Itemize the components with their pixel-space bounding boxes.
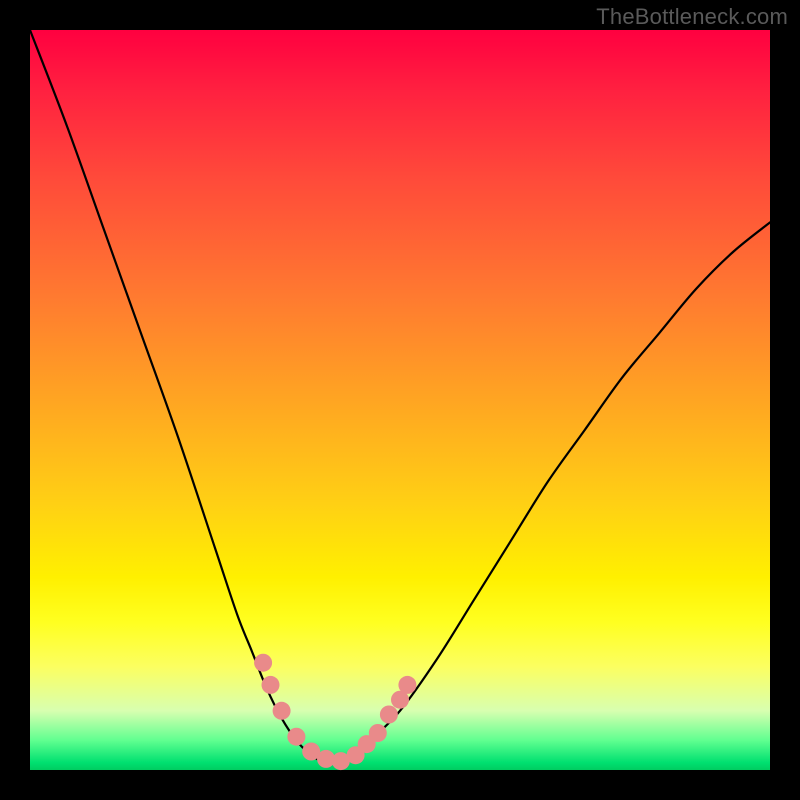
chart-frame: TheBottleneck.com bbox=[0, 0, 800, 800]
bottleneck-curve bbox=[30, 30, 770, 764]
bead-icon bbox=[398, 676, 416, 694]
bead-icon bbox=[287, 728, 305, 746]
plot-area bbox=[30, 30, 770, 770]
curve-layer bbox=[30, 30, 770, 770]
bead-icon bbox=[254, 654, 272, 672]
watermark-text: TheBottleneck.com bbox=[596, 4, 788, 30]
bead-icon bbox=[262, 676, 280, 694]
bead-cluster bbox=[254, 654, 416, 770]
bead-icon bbox=[380, 706, 398, 724]
bead-icon bbox=[369, 724, 387, 742]
bead-icon bbox=[273, 702, 291, 720]
